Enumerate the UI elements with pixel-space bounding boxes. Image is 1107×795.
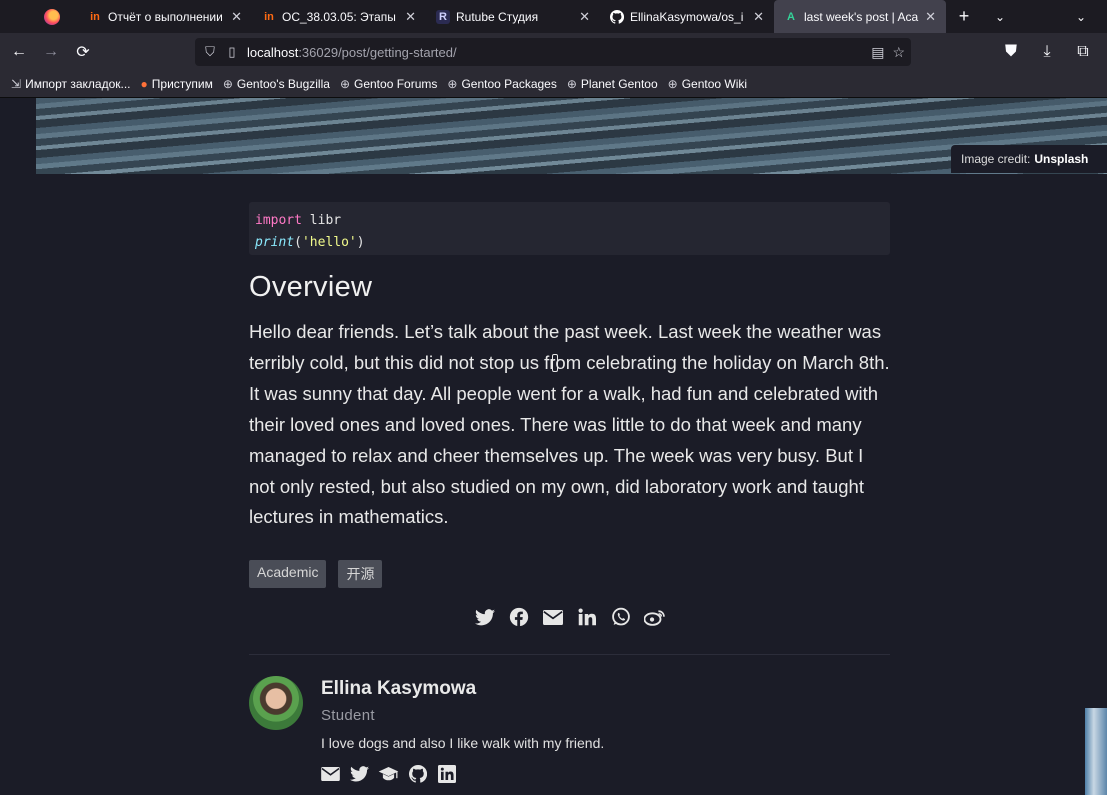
bookmark-label: Gentoo Wiki — [681, 77, 748, 91]
navigation-toolbar: ← → ⟳ ⛉ ▯ localhost:36029/post/getting-s… — [0, 33, 1107, 71]
close-tab-icon[interactable]: ✕ — [925, 9, 936, 25]
code-block: import libr print('hello') — [249, 202, 890, 255]
facebook-icon[interactable] — [507, 604, 530, 630]
bookmark-star-icon[interactable]: ☆ — [892, 44, 905, 61]
tab-favicon-icon: R — [436, 9, 450, 24]
tab-title: Rutube Студия — [456, 9, 539, 24]
reload-button[interactable]: ⟳ — [67, 36, 99, 68]
scrollbar-thumb[interactable] — [1085, 708, 1107, 795]
code-keyword: import — [255, 213, 302, 228]
tab-strip: in Отчёт о выполнении ✕ in ОС_38.03.05: … — [0, 0, 1107, 33]
image-credit-source-link[interactable]: Unsplash — [1034, 152, 1088, 166]
reader-view-icon[interactable]: ▤ — [871, 44, 884, 61]
featured-image — [36, 98, 1107, 174]
tab-title: Отчёт о выполнении — [108, 9, 223, 24]
close-tab-icon[interactable]: ✕ — [231, 9, 242, 25]
url-path: :36029/post/getting-started/ — [298, 44, 457, 60]
share-buttons — [473, 604, 666, 630]
bookmark-gentoo-bugzilla[interactable]: ⊕ Gentoo's Bugzilla — [218, 77, 335, 91]
tab-title: ОС_38.03.05: Этапы — [282, 9, 396, 24]
code-line-2: print('hello') — [255, 232, 884, 254]
bookmark-label: Planet Gentoo — [580, 77, 658, 91]
firefox-menu-icon[interactable] — [44, 8, 60, 25]
whatsapp-icon[interactable] — [609, 604, 632, 630]
page-info-icon[interactable]: ▯ — [221, 44, 243, 60]
bookmark-gentoo-wiki[interactable]: ⊕ Gentoo Wiki — [663, 77, 752, 91]
bookmark-planet-gentoo[interactable]: ⊕ Planet Gentoo — [562, 77, 663, 91]
email-icon[interactable] — [541, 604, 564, 630]
image-credit: Image credit: Unsplash — [951, 145, 1107, 173]
code-text: libr — [301, 213, 342, 228]
tab-favicon-icon: A — [787, 10, 795, 23]
bookmark-import[interactable]: ⇲ Импорт закладок... — [6, 77, 136, 91]
post-paragraph: Hello dear friends. Let’s talk about the… — [249, 321, 890, 528]
linkedin-icon[interactable] — [436, 763, 457, 784]
bookmark-label: Импорт закладок... — [25, 77, 131, 91]
tag-academic[interactable]: Academic — [249, 560, 327, 588]
bookmark-label: Gentoo Forums — [354, 77, 438, 91]
github-icon[interactable] — [407, 763, 428, 784]
section-heading: Overview — [249, 271, 373, 303]
weibo-icon[interactable] — [643, 604, 666, 630]
close-tab-icon[interactable]: ✕ — [753, 9, 764, 25]
author-role: Student — [321, 707, 375, 724]
tab-favicon-icon: in — [90, 10, 100, 23]
github-icon — [610, 9, 624, 24]
bookmark-getting-started[interactable]: ● Приступим — [136, 77, 218, 91]
author-social-links — [320, 763, 457, 784]
text-cursor-icon — [552, 354, 558, 372]
tab-5-active[interactable]: A last week's post | Aca ✕ — [774, 0, 946, 33]
bookmark-label: Gentoo's Bugzilla — [236, 77, 330, 91]
bookmarks-toolbar: ⇲ Импорт закладок... ● Приступим ⊕ Gentoo's… — [0, 71, 1107, 98]
code-string: 'hello' — [301, 235, 357, 250]
graduation-cap-icon[interactable] — [378, 763, 399, 784]
close-tab-icon[interactable]: ✕ — [579, 9, 590, 25]
tab-favicon-icon: in — [264, 10, 274, 23]
close-tab-icon[interactable]: ✕ — [405, 9, 416, 25]
firefox-icon: ● — [140, 77, 148, 91]
bookmark-gentoo-packages[interactable]: ⊕ Gentoo Packages — [442, 77, 561, 91]
twitter-icon[interactable] — [473, 604, 496, 630]
tab-3[interactable]: R Rutube Студия ✕ — [426, 0, 600, 33]
globe-icon: ⊕ — [447, 77, 458, 91]
globe-icon: ⊕ — [566, 77, 577, 91]
new-tab-button[interactable]: + — [946, 6, 982, 27]
email-icon[interactable] — [320, 763, 341, 784]
pocket-icon[interactable]: ⛊ — [995, 36, 1027, 68]
bookmark-label: Gentoo Packages — [461, 77, 557, 91]
tab-4[interactable]: EllinaKasymowa/os_i ✕ — [600, 0, 774, 33]
bookmark-label: Приступим — [151, 77, 213, 91]
shield-icon[interactable]: ⛉ — [199, 44, 221, 60]
globe-icon: ⊕ — [339, 77, 350, 91]
overflow-chevron-icon[interactable]: ⌄ — [1063, 10, 1099, 24]
tab-1[interactable]: in Отчёт о выполнении ✕ — [78, 0, 252, 33]
back-button[interactable]: ← — [3, 36, 35, 68]
downloads-icon[interactable]: ⤓ — [1031, 36, 1063, 68]
code-function: print — [255, 235, 295, 250]
bookmark-gentoo-forums[interactable]: ⊕ Gentoo Forums — [335, 77, 442, 91]
url-host: localhost — [247, 44, 299, 60]
code-line-1: import libr — [255, 210, 884, 232]
globe-icon: ⊕ — [667, 77, 678, 91]
list-all-tabs-icon[interactable]: ⌄ — [982, 10, 1018, 24]
image-credit-prefix: Image credit: — [961, 152, 1031, 166]
author-bio: I love dogs and also I like walk with my… — [321, 735, 605, 751]
code-punct: ( — [294, 235, 302, 250]
tab-2[interactable]: in ОС_38.03.05: Этапы ✕ — [252, 0, 426, 33]
address-bar[interactable]: ⛉ ▯ localhost:36029/post/getting-started… — [195, 38, 911, 66]
author-name[interactable]: Ellina Kasymowa — [321, 678, 476, 700]
forward-button[interactable]: → — [35, 36, 67, 68]
import-icon: ⇲ — [11, 77, 22, 91]
globe-icon: ⊕ — [222, 77, 233, 91]
tag-list: Academic 开源 — [249, 560, 383, 588]
extensions-icon[interactable]: ⧉ — [1067, 36, 1099, 68]
tab-title: last week's post | Aca — [804, 9, 919, 24]
author-avatar[interactable] — [249, 676, 303, 730]
tag-open-source[interactable]: 开源 — [338, 560, 383, 588]
linkedin-icon[interactable] — [575, 604, 598, 630]
code-punct: ) — [356, 235, 365, 250]
twitter-icon[interactable] — [349, 763, 370, 784]
tab-title: EllinaKasymowa/os_i — [630, 9, 744, 24]
divider — [249, 654, 890, 655]
